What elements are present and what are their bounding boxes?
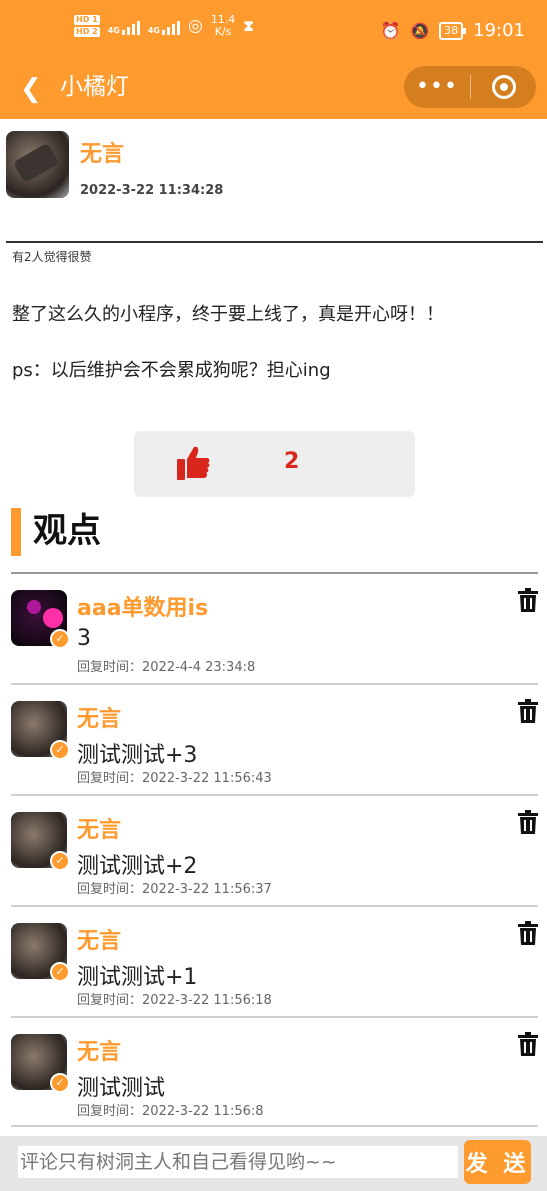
post-body: 整了这么久的小程序，终于要上线了，真是开心呀！！ ps：以后维护会不会累成狗呢？… [12, 302, 532, 414]
menu-capsule: ••• [404, 66, 536, 108]
mute-icon: 🔕 [410, 21, 430, 40]
verified-badge-icon: ✓ [50, 1073, 70, 1093]
clock: 19:01 [473, 20, 525, 41]
verified-badge-icon: ✓ [50, 962, 70, 982]
section-accent-bar [11, 508, 21, 556]
verified-badge-icon: ✓ [50, 740, 70, 760]
post-author-name: 无言 [80, 142, 125, 167]
post-time: 2022-3-22 11:34:28 [80, 183, 224, 198]
comment-author: 无言 [77, 818, 122, 843]
comment-author: aaa单数用is [77, 596, 209, 621]
comment-input-bar: 发 送 [0, 1136, 547, 1191]
comment-item: ✓ 无言 测试测试 回复时间：2022-3-22 11:56:8 [11, 1016, 538, 1127]
thumbs-up-icon [177, 446, 210, 480]
likes-note: 有2人觉得很赞 [12, 250, 92, 264]
signal1-label: 4G [107, 26, 120, 35]
hd1-label: HD 1 [74, 15, 100, 25]
status-right: ⏰ 🔕 38 19:01 [381, 20, 525, 41]
alarm-icon: ⏰ [380, 21, 401, 40]
post-paragraph: 整了这么久的小程序，终于要上线了，真是开心呀！！ [12, 304, 444, 325]
net-speed: 11.4 K/s [211, 14, 236, 38]
battery-icon: 38 [439, 21, 467, 40]
comment-item: ✓ 无言 测试测试+2 回复时间：2022-3-22 11:56:37 [11, 794, 538, 905]
hd2-label: HD 2 [74, 27, 100, 37]
comment-time: 回复时间：2022-4-4 23:34:8 [77, 660, 256, 675]
status-bar: HD 1 HD 2 4G 4G ◎ 11.4 K/s ⧗ ⏰ 🔕 38 19:0… [0, 0, 547, 62]
comment-item: ✓ aaa单数用is 3 回复时间：2022-4-4 23:34:8 [11, 572, 538, 683]
comment-text: 测试测试+2 [77, 854, 198, 879]
hd-indicator: HD 1 HD 2 [74, 14, 100, 38]
trash-icon[interactable] [518, 588, 538, 612]
signal2-label: 4G [147, 26, 160, 35]
hotspot-icon: ◎ [187, 16, 203, 36]
comment-input[interactable] [18, 1146, 458, 1178]
verified-badge-icon: ✓ [50, 629, 70, 649]
signal-4g-icon-2: 4G [148, 17, 180, 35]
trash-icon[interactable] [518, 1032, 538, 1056]
comment-time: 回复时间：2022-3-22 11:56:43 [77, 771, 272, 786]
verified-badge-icon: ✓ [50, 851, 70, 871]
status-left: HD 1 HD 2 4G 4G ◎ 11.4 K/s ⧗ [74, 14, 254, 38]
page-title: 小橘灯 [60, 74, 129, 100]
more-dots-icon[interactable]: ••• [404, 66, 470, 108]
comment-text: 测试测试+1 [77, 965, 198, 990]
comment-item: ✓ 无言 测试测试+3 回复时间：2022-3-22 11:56:43 [11, 683, 538, 794]
comment-author: 无言 [77, 1040, 122, 1065]
hourglass-icon: ⧗ [243, 17, 254, 35]
send-button[interactable]: 发 送 [464, 1140, 531, 1184]
comment-item: ✓ 无言 测试测试+1 回复时间：2022-3-22 11:56:18 [11, 905, 538, 1016]
signal-4g-icon: 4G [108, 17, 140, 35]
post-author-avatar[interactable] [6, 131, 69, 198]
comment-list: ✓ aaa单数用is 3 回复时间：2022-4-4 23:34:8 ✓ 无言 … [11, 572, 538, 1127]
post-paragraph: ps：以后维护会不会累成狗呢？担心ing [12, 360, 331, 381]
like-button[interactable]: 2 [134, 431, 415, 497]
target-circle-icon[interactable] [471, 75, 536, 99]
like-count: 2 [284, 449, 300, 474]
trash-icon[interactable] [518, 921, 538, 945]
net-speed-unit: K/s [214, 25, 232, 38]
comment-text: 3 [77, 626, 91, 651]
comment-time: 回复时间：2022-3-22 11:56:37 [77, 882, 272, 897]
comment-time: 回复时间：2022-3-22 11:56:18 [77, 993, 272, 1008]
comment-time: 回复时间：2022-3-22 11:56:8 [77, 1104, 264, 1119]
divider [6, 241, 543, 243]
comment-text: 测试测试+3 [77, 743, 198, 768]
nav-bar: ❮ 小橘灯 ••• [0, 62, 547, 119]
comment-text: 测试测试 [77, 1076, 166, 1101]
section-title: 观点 [33, 511, 101, 551]
comment-author: 无言 [77, 929, 122, 954]
trash-icon[interactable] [518, 699, 538, 723]
trash-icon[interactable] [518, 810, 538, 834]
chevron-left-icon[interactable]: ❮ [20, 74, 42, 104]
comment-author: 无言 [77, 707, 122, 732]
